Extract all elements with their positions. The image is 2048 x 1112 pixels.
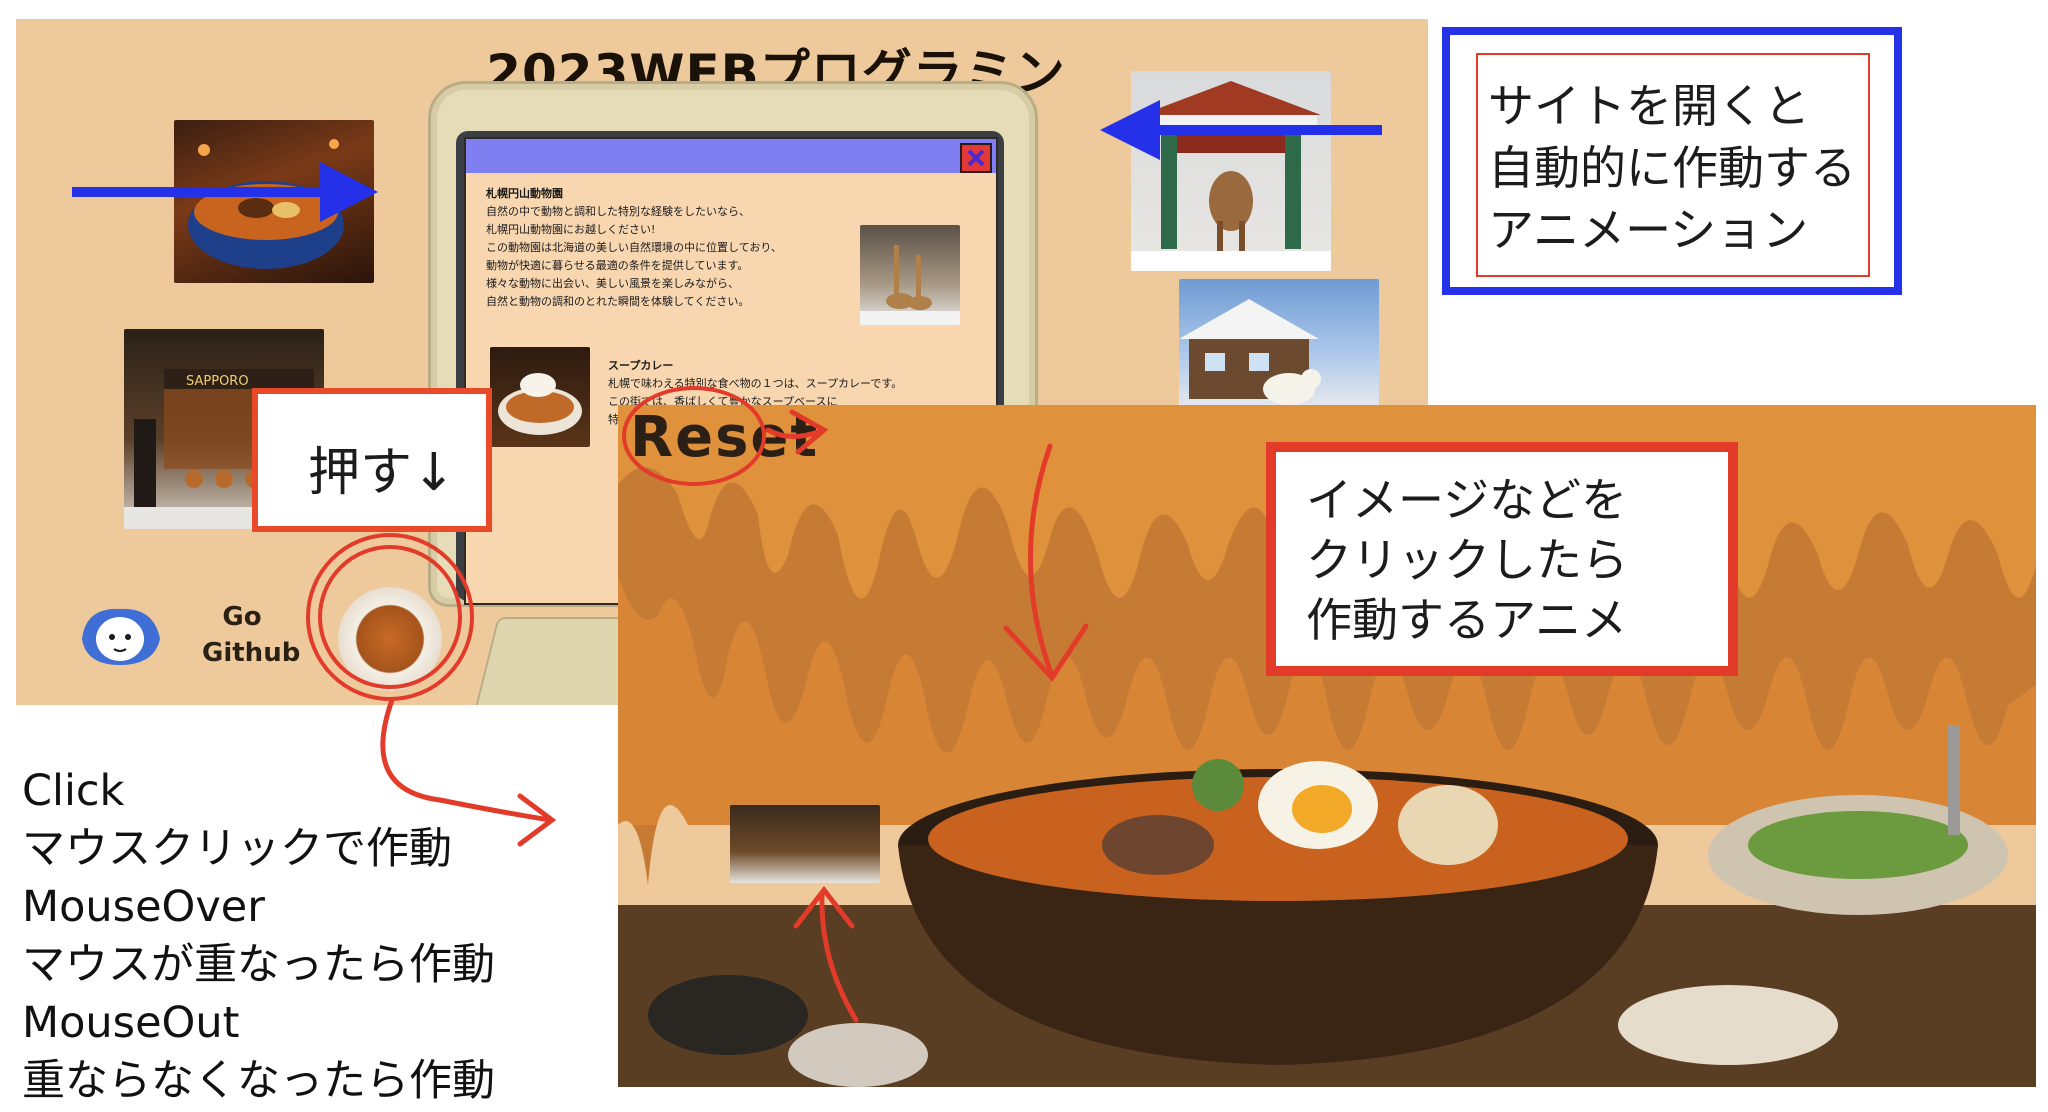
curry-plate-illustration [498,373,582,435]
zoo-heading: 札幌円山動物園 [486,187,563,200]
legend-line: マウスが重なったら作動 [22,940,495,990]
event-legend: Click マウスクリックで作動 MouseOver マウスが重なったら作動 M… [22,762,495,1110]
push-label: 押す↓ [252,388,492,532]
close-icon [967,149,985,167]
shop-sign: SAPPORO [186,374,249,389]
house-polar-bear-photo[interactable] [1179,279,1379,409]
giraffe-photo[interactable] [860,225,960,325]
legend-line: MouseOut [22,998,240,1048]
click-animation-text: イメージなどを クリックしたら 作動するアニメ [1306,473,1628,647]
auto-animation-text: サイトを開くと 自動的に作動する アニメーション [1488,79,1856,257]
github-mascot-icon[interactable] [72,599,168,671]
curry-heading: スープカレー [608,359,674,372]
giraffe-illustration [860,245,960,325]
reset-button[interactable]: Reset [630,405,819,470]
soup-curry-button[interactable] [338,587,442,691]
legend-line: MouseOver [22,882,265,932]
shrine-cow-illustration [1131,81,1331,271]
go-github-link[interactable]: Go Github [202,599,300,671]
soup-curry-pot-image [618,725,2036,1087]
close-button[interactable] [960,143,992,173]
auto-animation-label: サイトを開くと 自動的に作動する アニメーション [1442,27,1902,295]
soup-curry-photo[interactable] [174,120,374,283]
click-animation-label: イメージなどを クリックしたら 作動するアニメ [1266,442,1738,676]
legend-line: マウスクリックで作動 [22,824,452,874]
zoo-text: 自然の中で動物と調和した特別な経験をしたいなら、 札幌円山動物園にお越しください… [486,205,782,308]
house-bear-illustration [1179,299,1321,405]
legend-line: Click [22,766,125,816]
window-titlebar [466,139,996,173]
soup-curry-small-photo[interactable] [490,347,590,447]
soup-curry-bowl-illustration [188,139,344,269]
legend-line: 重ならなくなったら作動 [22,1056,495,1106]
shrine-cow-photo[interactable] [1131,71,1331,271]
push-text: 押す↓ [308,443,456,503]
